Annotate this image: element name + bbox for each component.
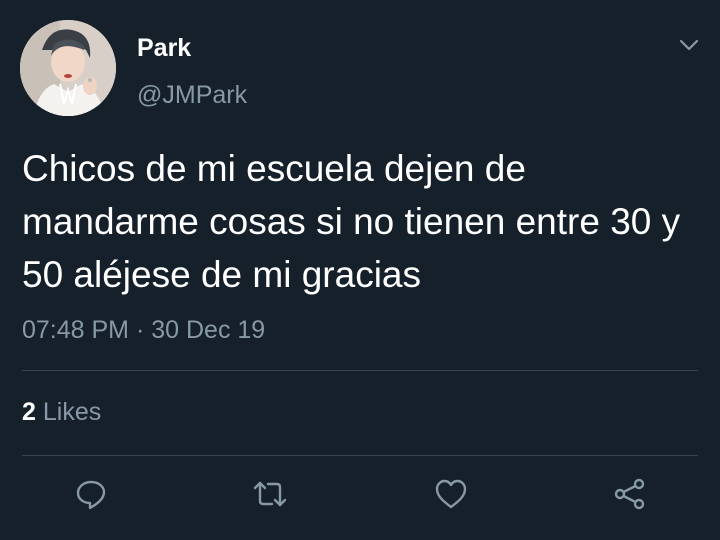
- user-handle[interactable]: @JMPark: [137, 80, 247, 110]
- display-name[interactable]: Park: [137, 33, 191, 63]
- likes-count: 2: [22, 398, 36, 426]
- retweet-icon: [253, 481, 287, 507]
- tweet-text: Chicos de mi escuela dejen de mandarme c…: [22, 148, 681, 295]
- avatar[interactable]: [20, 20, 116, 116]
- divider-bottom: [22, 455, 698, 456]
- tweet-card: Park @JMPark Chicos de mi escuela dejen …: [0, 0, 720, 540]
- retweet-button[interactable]: [252, 476, 288, 512]
- reply-button[interactable]: [73, 476, 109, 512]
- reply-icon: [76, 480, 106, 510]
- share-button[interactable]: [612, 476, 648, 512]
- avatar-image: [20, 20, 116, 116]
- tweet-timestamp[interactable]: 07:48 PM · 30 Dec 19: [22, 314, 265, 346]
- share-icon: [614, 478, 645, 510]
- divider-top: [22, 370, 698, 371]
- likes-label: Likes: [42, 398, 102, 426]
- heart-icon: [435, 479, 467, 509]
- tweet-time: 07:48 PM: [22, 316, 130, 344]
- timestamp-separator: ·: [135, 316, 145, 344]
- like-button[interactable]: [433, 476, 469, 512]
- likes-stat[interactable]: 2 Likes: [22, 396, 101, 428]
- chevron-down-icon[interactable]: [676, 34, 702, 56]
- tweet-date: 30 Dec 19: [151, 316, 266, 344]
